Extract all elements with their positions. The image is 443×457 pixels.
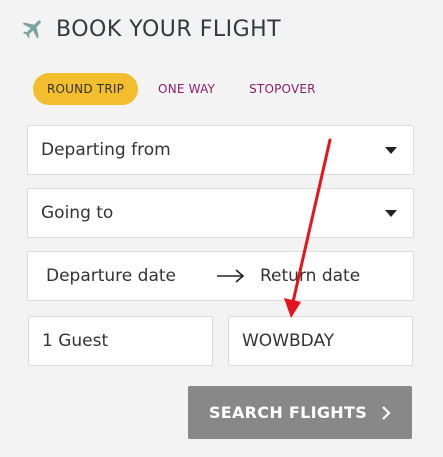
departing-from-label: Departing from [41, 140, 171, 160]
going-to-select[interactable]: Going to [27, 188, 414, 238]
promo-code-input[interactable]: WOWBDAY [228, 316, 413, 366]
trip-type-tabs: ROUND TRIP ONE WAY STOPOVER [33, 73, 336, 105]
tab-round-trip[interactable]: ROUND TRIP [33, 73, 139, 105]
caret-down-icon [385, 146, 397, 154]
going-to-label: Going to [41, 203, 114, 223]
page-title: BOOK YOUR FLIGHT [56, 16, 282, 42]
departure-date-field[interactable]: Departure date [46, 266, 176, 286]
plane-icon [22, 20, 41, 39]
guests-field[interactable]: 1 Guest [28, 316, 213, 366]
promo-code-value: WOWBDAY [242, 331, 335, 351]
chevron-right-icon [382, 405, 391, 420]
search-flights-button[interactable]: SEARCH FLIGHTS [188, 386, 412, 439]
arrow-right-icon [217, 269, 245, 283]
booking-header: BOOK YOUR FLIGHT [20, 12, 281, 46]
departing-from-select[interactable]: Departing from [27, 125, 414, 175]
return-date-field[interactable]: Return date [260, 266, 360, 286]
tab-one-way[interactable]: ONE WAY [144, 73, 229, 105]
date-range-picker[interactable]: Departure date Return date [27, 251, 414, 301]
search-flights-label: SEARCH FLIGHTS [208, 403, 368, 422]
guests-value: 1 Guest [42, 331, 109, 351]
tab-stopover[interactable]: STOPOVER [235, 73, 330, 105]
caret-down-icon [385, 209, 397, 217]
